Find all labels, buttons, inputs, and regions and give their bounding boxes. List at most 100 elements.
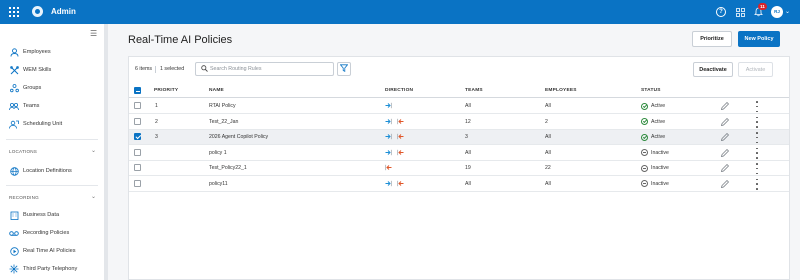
inbound-direction-icon — [385, 180, 392, 187]
table-row[interactable]: 2 Test_22_Jan 12 2 Active — [129, 114, 789, 130]
sidebar-item-teams[interactable]: Teams — [0, 97, 104, 115]
row-checkbox[interactable] — [134, 133, 141, 140]
sidebar-item-recording-policies[interactable]: Recording Policies — [0, 224, 104, 242]
sidebar-item-scheduling-unit[interactable]: Scheduling Unit — [0, 115, 104, 133]
employees-cell: All — [545, 180, 551, 187]
row-checkbox[interactable] — [134, 102, 141, 109]
sidebar-item-label: Business Data — [23, 212, 60, 218]
policy-name-cell: Test_22_Jan — [209, 118, 239, 125]
edit-icon[interactable] — [720, 117, 730, 127]
group-icon — [9, 83, 19, 93]
activate-button: Activate — [738, 62, 773, 77]
column-header-priority[interactable]: PRIORITY — [154, 88, 178, 93]
app-launcher-icon[interactable] — [9, 7, 19, 17]
column-header-direction[interactable]: DIRECTION — [385, 88, 413, 93]
teams-cell: 3 — [465, 134, 468, 140]
row-checkbox[interactable] — [134, 117, 141, 125]
column-header-teams[interactable]: TEAMS — [465, 88, 483, 93]
avatar[interactable]: RJ — [771, 6, 783, 18]
sidebar-scrollbar[interactable] — [104, 24, 108, 280]
sidebar-item-label: Real Time AI Policies — [23, 248, 76, 254]
inactive-status-icon — [641, 180, 648, 187]
tools-icon — [9, 65, 19, 75]
table-row[interactable]: policy 1 All All Inactive — [129, 145, 789, 161]
more-options-icon[interactable] — [755, 178, 759, 190]
building-icon — [9, 210, 19, 220]
filter-icon — [339, 64, 349, 74]
status-badge: Active — [651, 134, 666, 140]
sidebar-item-employees[interactable]: Employees — [0, 43, 104, 61]
more-options-icon[interactable] — [755, 116, 759, 128]
row-checkbox[interactable] — [134, 148, 141, 156]
employees-cell: All — [545, 149, 551, 156]
page-title: Real-Time AI Policies — [128, 34, 233, 46]
filter-button[interactable] — [337, 62, 351, 76]
inactive-status-icon — [641, 164, 648, 172]
active-status-icon — [641, 118, 648, 125]
apps-icon[interactable] — [735, 7, 745, 17]
more-options-icon[interactable] — [755, 163, 759, 174]
edit-icon[interactable] — [720, 101, 730, 111]
sidebar-item-location-definitions[interactable]: Location Definitions — [0, 162, 104, 180]
sidebar-item-label: Teams — [23, 103, 40, 109]
employees-cell: 22 — [545, 165, 551, 171]
status-badge: Inactive — [651, 165, 669, 171]
sidebar-section-recording: RECORDING — [9, 195, 39, 200]
search-box[interactable] — [195, 62, 334, 76]
tape-icon — [9, 228, 19, 238]
chevron-down-icon[interactable]: ⌄ — [785, 8, 790, 15]
more-options-icon[interactable] — [755, 101, 759, 112]
person-icon — [9, 47, 19, 57]
sidebar-item-wem-skills[interactable]: WEM Skills — [0, 61, 104, 79]
prioritize-button[interactable]: Prioritize — [692, 31, 732, 47]
column-header-employees[interactable]: EMPLOYEES — [545, 88, 577, 93]
row-checkbox[interactable] — [134, 164, 141, 171]
deactivate-button[interactable]: Deactivate — [693, 62, 733, 77]
search-icon — [201, 65, 208, 74]
sidebar-item-label: Groups — [23, 85, 42, 91]
column-header-name[interactable]: NAME — [209, 88, 224, 93]
priority-cell: 2 — [155, 118, 158, 125]
table-row[interactable]: Test_Policy22_1 19 22 Inactive — [129, 161, 789, 176]
sidebar: ☰ Employees WEM Skills Groups Teams Sche… — [0, 24, 108, 280]
collapse-menu-icon[interactable]: ☰ — [90, 29, 97, 38]
sidebar-section-locations: LOCATIONS — [9, 149, 38, 154]
search-input[interactable] — [210, 64, 330, 74]
employees-cell: 2 — [545, 118, 548, 125]
more-options-icon[interactable] — [755, 147, 759, 159]
more-options-icon[interactable] — [755, 132, 759, 143]
sidebar-item-label: Recording Policies — [23, 230, 70, 236]
sidebar-divider — [6, 139, 98, 140]
table-row[interactable]: 1 RTAI Policy All All Active — [129, 99, 789, 114]
selected-count: 1 selected — [160, 66, 185, 72]
teams-cell: 19 — [465, 165, 471, 171]
policy-name-cell: Test_Policy22_1 — [209, 165, 247, 171]
app-title: Admin — [51, 7, 76, 16]
scheduling-icon — [9, 119, 19, 129]
employees-cell: All — [545, 134, 551, 140]
sidebar-item-business-data[interactable]: Business Data — [0, 206, 104, 224]
chevron-down-icon[interactable]: ⌄ — [91, 193, 96, 200]
sidebar-item-label: Scheduling Unit — [23, 121, 63, 127]
table-row[interactable]: 3 2026 Agent Copilot Policy 3 All Active — [129, 130, 789, 145]
sidebar-item-real-time-ai-policies[interactable]: Real Time AI Policies — [0, 242, 104, 260]
column-header-status[interactable]: STATUS — [641, 88, 661, 93]
edit-icon[interactable] — [720, 163, 730, 173]
sidebar-item-label: Location Definitions — [23, 168, 72, 174]
inbound-direction-icon — [385, 149, 392, 156]
edit-icon[interactable] — [720, 148, 730, 158]
chevron-down-icon[interactable]: ⌄ — [91, 147, 96, 154]
edit-icon[interactable] — [720, 179, 730, 189]
sidebar-item-label: WEM Skills — [23, 67, 52, 73]
sidebar-item-third-party-telephony[interactable]: Third Party Telephony — [0, 260, 104, 278]
sidebar-item-groups[interactable]: Groups — [0, 79, 104, 97]
top-bar: Admin ? 11 RJ ⌄ — [0, 0, 800, 24]
table-row[interactable]: policy11 All All Inactive — [129, 176, 789, 192]
new-policy-button[interactable]: New Policy — [738, 31, 780, 47]
count-divider — [155, 66, 156, 73]
row-checkbox[interactable] — [134, 179, 141, 187]
select-all-checkbox[interactable] — [134, 87, 141, 94]
edit-icon[interactable] — [720, 132, 730, 142]
help-icon[interactable]: ? — [716, 7, 726, 17]
outbound-direction-icon — [397, 149, 404, 156]
